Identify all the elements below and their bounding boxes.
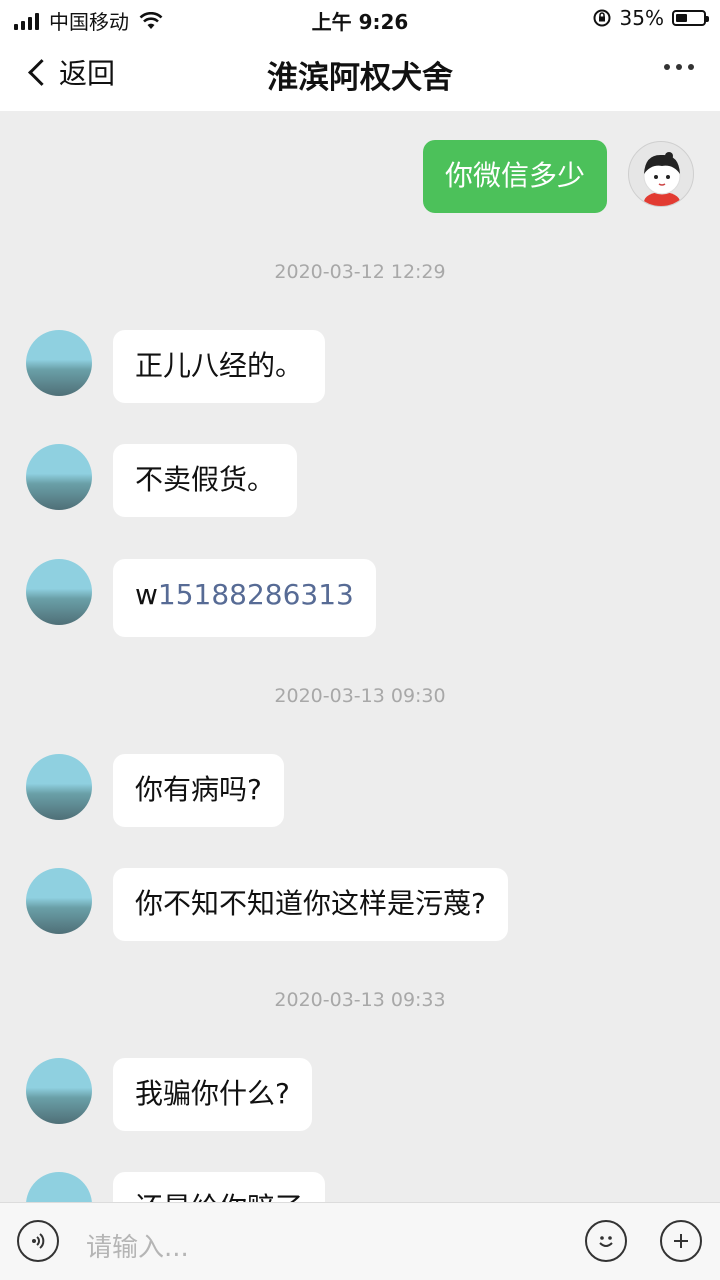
more-dots-icon[interactable] — [664, 64, 694, 70]
rotation-lock-icon — [593, 9, 611, 27]
battery-percent: 35% — [619, 6, 664, 30]
message-bubble-self[interactable]: 你微信多少 — [422, 140, 607, 213]
message-bubble-phone[interactable]: w15188286313 — [113, 559, 376, 637]
emoji-icon[interactable] — [585, 1220, 627, 1262]
message-bubble[interactable]: 不卖假货。 — [113, 444, 298, 517]
voice-icon[interactable] — [17, 1220, 59, 1262]
plus-symbol-icon — [674, 1234, 688, 1248]
message-prefix: w — [135, 578, 158, 611]
contact-avatar[interactable] — [26, 754, 92, 820]
chat-title: 淮滨阿权犬舍 — [267, 60, 453, 96]
timestamp: 2020-03-13 09:30 — [274, 685, 446, 707]
plus-icon[interactable] — [660, 1220, 702, 1262]
cartoon-avatar-icon — [643, 152, 681, 206]
battery-icon — [672, 10, 709, 26]
contact-avatar[interactable] — [26, 559, 92, 625]
smile-icon — [599, 1236, 613, 1247]
message-bubble[interactable]: 还是给你赔了 — [113, 1172, 326, 1202]
message-bubble[interactable]: 正儿八经的。 — [113, 330, 326, 403]
timestamp: 2020-03-13 09:33 — [274, 989, 446, 1011]
message-input[interactable]: 请输入... — [86, 1227, 189, 1264]
contact-avatar[interactable] — [26, 1058, 92, 1124]
input-bar: 请输入... — [0, 1202, 720, 1280]
contact-avatar[interactable] — [26, 1172, 92, 1202]
contact-avatar[interactable] — [26, 868, 92, 934]
status-right: 35% — [592, 6, 709, 30]
message-bubble[interactable]: 我骗你什么? — [113, 1058, 312, 1131]
timestamp: 2020-03-12 12:29 — [274, 261, 446, 283]
nav-bar: 返回 淮滨阿权犬舍 — [0, 38, 720, 111]
message-bubble[interactable]: 你不知不知道你这样是污蔑? — [113, 868, 508, 941]
contact-avatar[interactable] — [26, 444, 92, 510]
voice-waves-icon — [32, 1233, 45, 1249]
contact-avatar[interactable] — [26, 330, 92, 396]
self-avatar[interactable] — [628, 141, 694, 207]
status-bar: 中国移动 上午 9:26 35% — [0, 0, 720, 38]
message-bubble[interactable]: 你有病吗? — [113, 754, 284, 827]
chat-area[interactable]: 你微信多少 2020-03-12 12:29 正儿八经的。 不卖假货。 w151… — [0, 111, 720, 1202]
phone-link[interactable]: 15188286313 — [158, 578, 354, 611]
